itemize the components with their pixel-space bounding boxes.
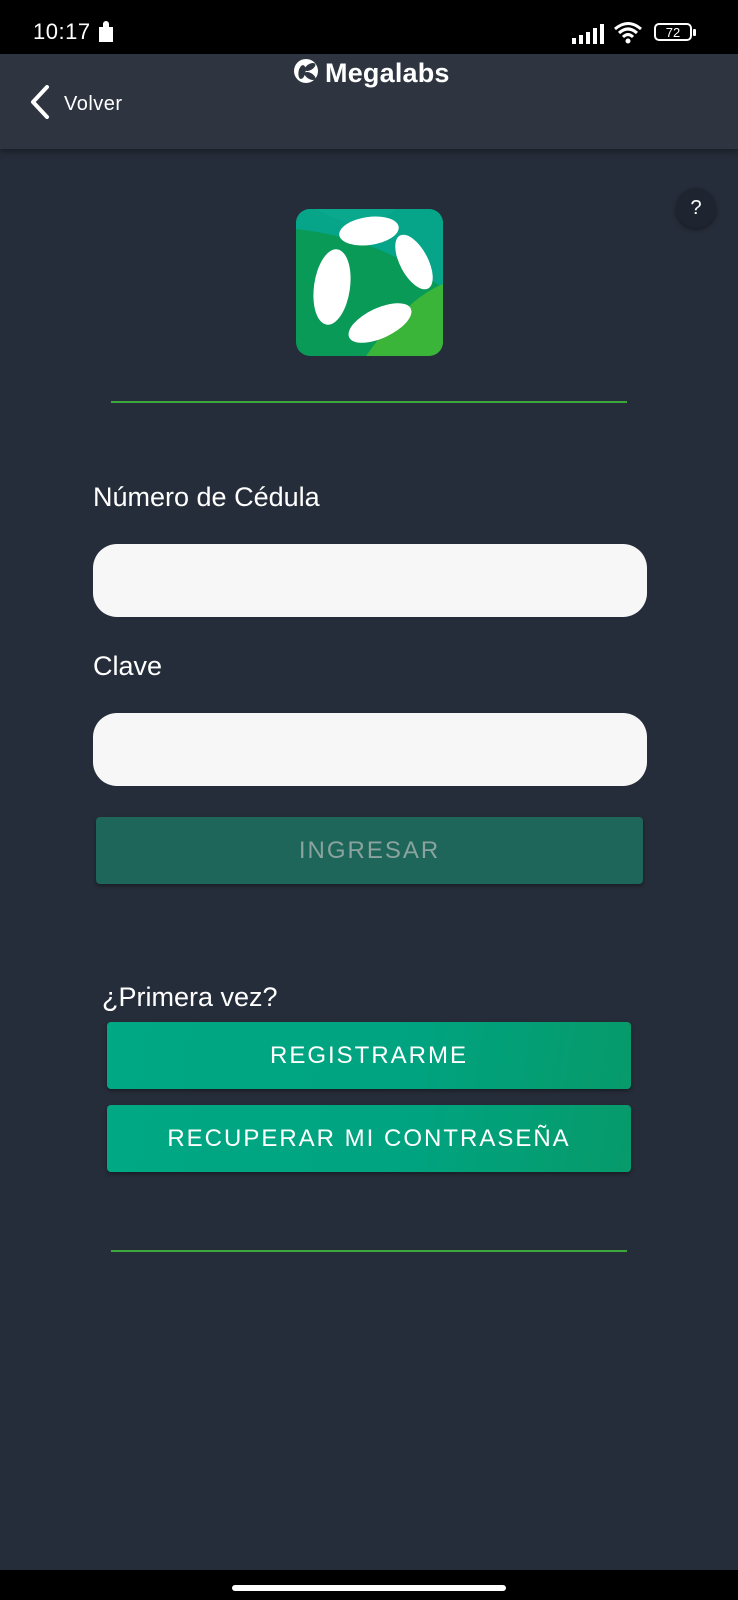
app-logo bbox=[296, 209, 443, 356]
id-number-label: Número de Cédula bbox=[93, 482, 320, 512]
home-indicator[interactable] bbox=[232, 1585, 506, 1591]
password-label: Clave bbox=[93, 651, 163, 681]
password-input[interactable] bbox=[93, 713, 647, 786]
app-notification-icon bbox=[96, 21, 116, 48]
app-header: Volver Megalabs bbox=[0, 54, 738, 149]
login-button[interactable]: INGRESAR bbox=[96, 817, 643, 884]
help-button[interactable]: ? bbox=[676, 188, 716, 228]
bottom-divider bbox=[111, 1250, 627, 1252]
back-button[interactable]: Volver bbox=[30, 84, 123, 124]
recover-password-button[interactable]: RECUPERAR MI CONTRASEÑA bbox=[107, 1105, 631, 1172]
id-number-input[interactable] bbox=[93, 544, 647, 617]
megalabs-logo-icon bbox=[293, 58, 319, 89]
status-bar: 10:17 72 bbox=[0, 0, 738, 54]
back-label: Volver bbox=[64, 92, 123, 115]
first-time-prompt: ¿Primera vez? bbox=[102, 982, 278, 1012]
top-divider bbox=[111, 401, 627, 403]
help-label: ? bbox=[690, 196, 702, 219]
wifi-icon bbox=[613, 20, 643, 49]
brand-name: Megalabs bbox=[325, 58, 450, 88]
battery-icon: 72 bbox=[654, 23, 696, 41]
back-chevron-icon bbox=[30, 84, 50, 124]
signal-icon bbox=[572, 24, 604, 49]
brand: Megalabs bbox=[293, 58, 450, 89]
register-button[interactable]: REGISTRARME bbox=[107, 1022, 631, 1089]
status-time: 10:17 bbox=[33, 19, 91, 44]
